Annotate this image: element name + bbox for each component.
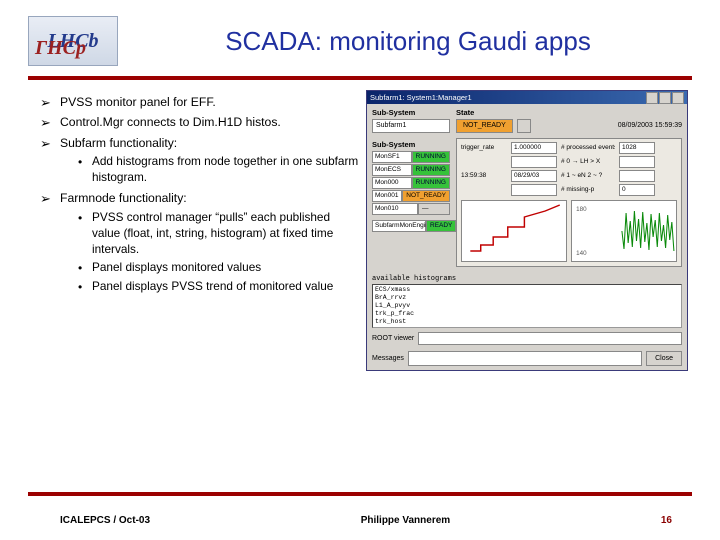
row-name[interactable]: Mon010 bbox=[372, 203, 418, 215]
trend-chart-right: 180 140 bbox=[571, 200, 677, 262]
kv-label: 13:59:38 bbox=[461, 171, 507, 181]
subsystem-row: Mon001 NOT_READY bbox=[372, 190, 450, 202]
row-state: NOT_READY bbox=[402, 190, 450, 202]
kv-value bbox=[511, 156, 557, 168]
footer-center: Philippe Vannerem bbox=[150, 515, 661, 526]
kv-label: # missing-p bbox=[561, 185, 615, 195]
minimize-icon[interactable] bbox=[646, 92, 658, 104]
bullet-3-1: Add histograms from node together in one… bbox=[78, 154, 360, 186]
window-titlebar: Subfarm1: System1:Manager1 bbox=[367, 91, 687, 104]
row-name[interactable]: Mon001 bbox=[372, 190, 402, 202]
state-dropdown-button[interactable] bbox=[517, 119, 531, 133]
subitems-label: Sub-System bbox=[372, 140, 450, 149]
svg-text:180: 180 bbox=[576, 206, 587, 213]
trend-chart-left bbox=[461, 200, 567, 262]
kv-value: 1028 bbox=[619, 142, 655, 154]
sf-monitor-state: READY bbox=[426, 220, 456, 232]
footer-rule bbox=[28, 492, 692, 496]
sf-monitor-name[interactable]: SubfarmMonEngine bbox=[372, 220, 426, 232]
kv-label: trigger_rate bbox=[461, 143, 507, 153]
kv-value bbox=[511, 184, 557, 196]
page-number: 16 bbox=[661, 515, 672, 526]
messages-input[interactable] bbox=[408, 351, 642, 366]
row-name[interactable]: MonSF1 bbox=[372, 151, 412, 163]
bullet-4-2: Panel displays monitored values bbox=[78, 260, 360, 276]
row-state: — bbox=[418, 203, 450, 215]
subsystem-row: MonECS RUNNING bbox=[372, 164, 450, 176]
kv-label bbox=[461, 157, 507, 167]
row-name[interactable]: Mon000 bbox=[372, 177, 412, 189]
histogram-list[interactable]: ECS/xmass BrA_rrvz L1_A_pvyv trk_p_frac … bbox=[372, 284, 682, 328]
close-icon[interactable] bbox=[672, 92, 684, 104]
kv-label bbox=[461, 185, 507, 195]
sf-monitor-row: SubfarmMonEngine READY bbox=[372, 220, 450, 232]
subsystem-label: Sub-System bbox=[372, 108, 450, 117]
bullet-4-3: Panel displays PVSS trend of monitored v… bbox=[78, 279, 360, 295]
pvss-window: Subfarm1: System1:Manager1 Sub-System Su… bbox=[366, 90, 688, 371]
footer-left: ICALEPCS / Oct-03 bbox=[60, 515, 150, 526]
root-viewer-label: ROOT viewer bbox=[372, 335, 414, 342]
row-state: RUNNING bbox=[412, 177, 450, 189]
bullet-3-text: Subfarm functionality: bbox=[60, 136, 177, 150]
svg-text:140: 140 bbox=[576, 250, 587, 257]
bullet-4: Farmnode functionality: PVSS control man… bbox=[40, 190, 360, 295]
kv-value: 0 bbox=[619, 184, 655, 196]
bullet-3: Subfarm functionality: Add histograms fr… bbox=[40, 135, 360, 186]
kv-label: # 0 → LH > X bbox=[561, 157, 615, 167]
bullet-4-text: Farmnode functionality: bbox=[60, 191, 187, 205]
kv-label: # processed events bbox=[561, 143, 615, 153]
kv-label: # 1 ~ eN 2 ~ ? bbox=[561, 171, 615, 181]
logo-text-2: ГНСр bbox=[35, 39, 86, 57]
state-label: State bbox=[456, 108, 604, 117]
bullet-list: PVSS monitor panel for EFF. Control.Mgr … bbox=[40, 90, 360, 371]
bullet-1: PVSS monitor panel for EFF. bbox=[40, 94, 360, 110]
slide-title: SCADA: monitoring Gaudi apps bbox=[118, 26, 692, 57]
subsystem-field[interactable]: Subfarm1 bbox=[372, 119, 450, 133]
kv-value: 08/29/03 bbox=[511, 170, 557, 182]
close-button[interactable]: Close bbox=[646, 351, 682, 366]
kv-value bbox=[619, 156, 655, 168]
kv-value: 1.000000 bbox=[511, 142, 557, 154]
state-value: NOT_READY bbox=[463, 122, 506, 129]
messages-label: Messages bbox=[372, 355, 404, 362]
bullet-4-1: PVSS control manager “pulls” each publis… bbox=[78, 210, 360, 258]
subsystem-row: Mon000 RUNNING bbox=[372, 177, 450, 189]
subsystem-row: Mon010 — bbox=[372, 203, 450, 215]
row-name[interactable]: MonECS bbox=[372, 164, 412, 176]
root-viewer-input[interactable] bbox=[418, 332, 682, 345]
kv-value bbox=[619, 170, 655, 182]
lhcb-logo: LHCb ГНСр bbox=[28, 16, 118, 66]
timestamp: 08/09/2003 15:59:39 bbox=[610, 120, 682, 129]
title-rule bbox=[28, 76, 692, 80]
window-title: Subfarm1: System1:Manager1 bbox=[370, 93, 472, 102]
bullet-2: Control.Mgr connects to Dim.H1D histos. bbox=[40, 114, 360, 130]
state-box: NOT_READY bbox=[456, 119, 513, 133]
maximize-icon[interactable] bbox=[659, 92, 671, 104]
row-state: RUNNING bbox=[412, 151, 450, 163]
subsystem-row: MonSF1 RUNNING bbox=[372, 151, 450, 163]
row-state: RUNNING bbox=[412, 164, 450, 176]
available-histos-label: available histograms bbox=[367, 272, 687, 284]
subsystem-value: Subfarm1 bbox=[376, 120, 406, 132]
values-panel: trigger_rate 1.000000 # processed events… bbox=[456, 138, 682, 267]
